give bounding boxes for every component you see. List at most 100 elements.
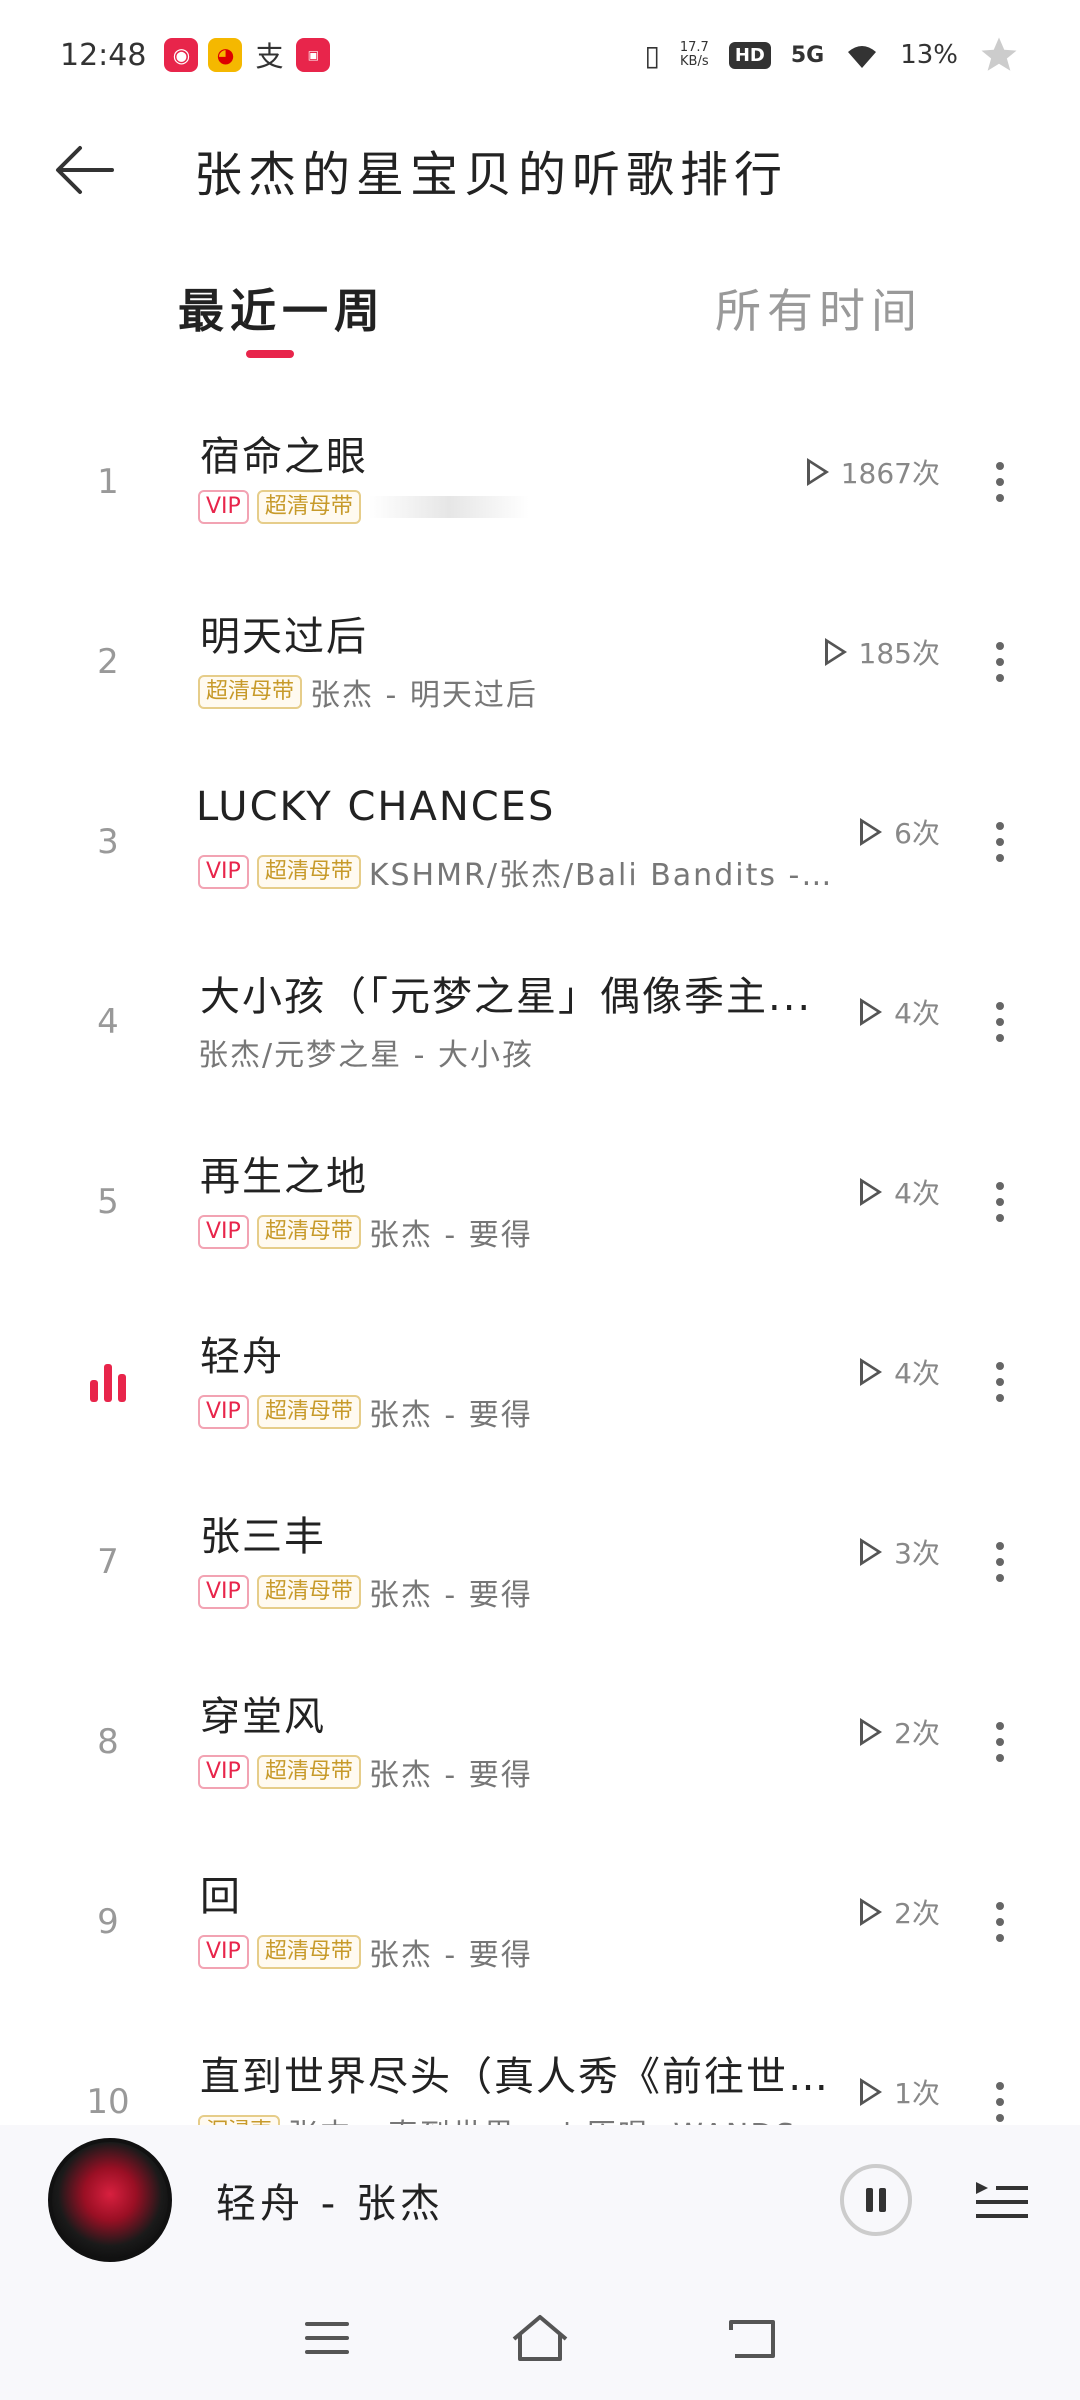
vip-tag: VIP [198,855,249,889]
song-title: 张三丰 [200,1514,326,1560]
play-count-text: 2次 [894,1717,940,1750]
play-count: 2次 [860,1892,940,1932]
song-title: 直到世界尽头（真人秀《前往世... [200,2054,830,2100]
song-meta: VIP 超清母带 张杰 - 要得 [198,1390,533,1434]
rank-number: 2 [97,642,119,682]
mini-player[interactable]: 轻舟 - 张杰 [0,2125,1080,2275]
page-title: 张杰的星宝贝的听歌排行 [194,147,789,203]
rank-number: 9 [97,1902,119,1942]
alipay-icon: 支 [255,40,284,73]
hq-tag: 超清母带 [256,1215,361,1249]
play-count-text: 1次 [894,2077,940,2110]
song-meta: VIP 超清母带 张杰 - 要得 [198,1210,533,1254]
song-row[interactable]: 3 LUCKY CHANCES VIP 超清母带 KSHMR/张杰/Bali B… [0,752,1080,932]
song-title: 明天过后 [200,614,368,660]
song-row[interactable]: 9 回 VIP 超清母带 张杰 - 要得 2次 [0,1832,1080,2012]
play-count: 4次 [860,1172,940,1212]
back-nav-button[interactable] [718,2303,788,2373]
weibo-icon: ◕ [208,38,243,72]
song-row[interactable]: 2 明天过后 超清母带 张杰 - 明天过后 185次 [0,572,1080,752]
more-options-button[interactable] [960,792,1040,892]
play-icon [860,818,883,846]
play-count: 2次 [860,1712,940,1752]
vip-tag: VIP [198,1395,249,1429]
hq-tag: 超清母带 [256,1935,361,1969]
pause-button[interactable] [840,2164,912,2236]
song-row[interactable]: 8 穿堂风 VIP 超清母带 张杰 - 要得 2次 [0,1652,1080,1832]
more-options-button[interactable] [960,1512,1040,1612]
wifi-icon [848,46,877,68]
song-artist: 张杰 - 要得 [368,1578,533,1613]
vip-tag: VIP [198,1215,249,1249]
hq-tag: 超清母带 [256,1395,361,1429]
more-options-button[interactable] [960,1872,1040,1972]
netease-music-icon: ◉ [164,38,199,72]
play-count: 6次 [860,812,940,852]
play-count: 185次 [824,632,940,672]
more-options-button[interactable] [960,432,1040,532]
back-button[interactable] [24,110,144,230]
rank-number: 3 [97,822,119,862]
status-bar: 12:48 ◉ ◕ 支 ▣ ▯ 17.7 KB/s HD 5G 13% [0,0,1080,110]
more-options-button[interactable] [960,612,1040,712]
more-options-button[interactable] [960,1332,1040,1432]
song-list: 1 宿命之眼 VIP 超清母带 1867次 2 明天过后 超清母带 张杰 - 明… [0,392,1080,2192]
tab-all-time[interactable]: 所有时间 [715,275,923,341]
play-count-text: 4次 [894,1177,940,1210]
song-meta: VIP 超清母带 [198,490,529,524]
battery-level: 13% [900,40,958,70]
play-count-text: 4次 [894,1357,940,1390]
play-count-text: 2次 [894,1897,940,1930]
song-artist: 张杰 - 要得 [368,1218,533,1253]
vip-tag: VIP [198,490,249,524]
rank-number: 4 [97,1002,119,1042]
song-title: 宿命之眼 [200,434,368,480]
song-meta: VIP 超清母带 张杰 - 要得 [198,1930,533,1974]
hq-tag: 超清母带 [256,1575,361,1609]
status-time: 12:48 [60,37,147,73]
tab-recent-week[interactable]: 最近一周 [178,275,386,341]
more-options-button[interactable] [960,972,1040,1072]
play-count-text: 3次 [894,1537,940,1570]
play-count: 4次 [860,992,940,1032]
play-icon [860,1538,883,1566]
song-row[interactable]: 7 张三丰 VIP 超清母带 张杰 - 要得 3次 [0,1472,1080,1652]
song-artist: 张杰 - 明天过后 [310,678,538,713]
back-nav-icon [729,2319,776,2358]
song-title: 回 [200,1874,242,1920]
system-nav-bar [0,2275,1080,2400]
notification-icons: ◉ ◕ 支 ▣ [164,38,331,73]
hq-tag: 超清母带 [256,1755,361,1789]
song-meta: VIP 超清母带 KSHMR/张杰/Bali Bandits - Billb..… [198,850,838,894]
home-icon [512,2314,568,2361]
song-title: LUCKY CHANCES [196,784,556,830]
play-count-text: 6次 [894,817,940,850]
app-notification-icon: ▣ [296,38,331,72]
song-artist: 张杰 - 要得 [368,1938,533,1973]
star-icon [981,37,1017,71]
rank-number: 5 [97,1182,119,1222]
vibrate-icon: ▯ [644,38,660,72]
more-options-button[interactable] [960,1152,1040,1252]
rank-number: 8 [97,1722,119,1762]
more-options-button[interactable] [960,1692,1040,1792]
song-row[interactable]: 1 宿命之眼 VIP 超清母带 1867次 [0,392,1080,572]
play-icon [824,638,847,666]
album-art[interactable] [48,2138,172,2262]
playlist-button[interactable] [972,2170,1032,2230]
status-right: ▯ 17.7 KB/s HD 5G 13% [644,34,1020,76]
net-speed-unit: KB/s [680,54,709,69]
song-row[interactable]: 4 大小孩（「元梦之星」偶像季主... 张杰/元梦之星 - 大小孩 4次 [0,932,1080,1112]
vip-tag: VIP [198,1755,249,1789]
menu-nav-button[interactable] [292,2303,362,2373]
play-count-text: 4次 [894,997,940,1030]
vip-tag: VIP [198,1575,249,1609]
song-row[interactable]: 5 再生之地 VIP 超清母带 张杰 - 要得 4次 [0,1112,1080,1292]
play-count-text: 185次 [858,637,940,670]
play-count: 4次 [860,1352,940,1392]
song-row-playing[interactable]: 轻舟 VIP 超清母带 张杰 - 要得 4次 [0,1292,1080,1472]
play-count-text: 1867次 [840,457,940,490]
home-nav-button[interactable] [505,2303,575,2373]
now-playing-indicator [72,1332,144,1432]
song-artist: 张杰/元梦之星 - 大小孩 [198,1038,535,1073]
